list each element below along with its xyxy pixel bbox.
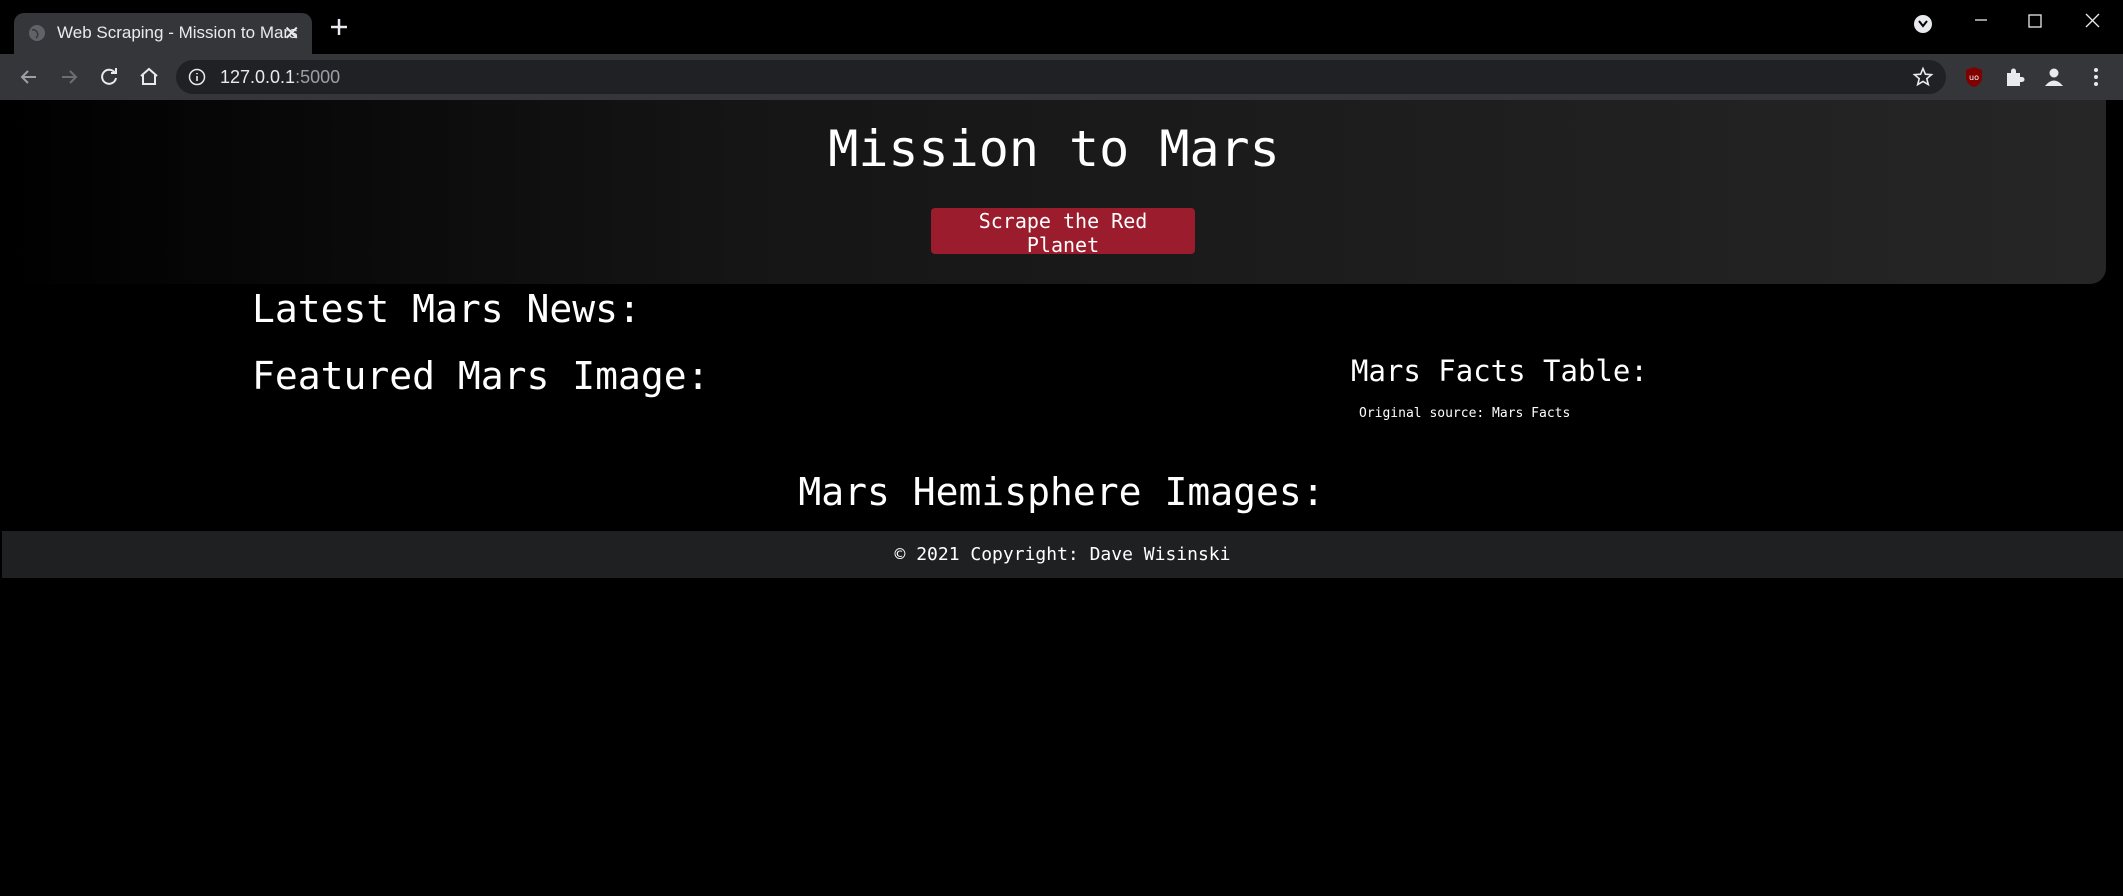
url-port: :5000 <box>295 67 341 87</box>
ublock-extension-icon[interactable]: uo <box>1961 64 1987 90</box>
forward-icon[interactable] <box>56 64 82 90</box>
home-icon[interactable] <box>136 64 162 90</box>
footer-copyright: © 2021 Copyright: Dave Wisinski <box>894 544 1231 565</box>
facts-source-note: Original source: Mars Facts <box>1359 406 1571 421</box>
facts-table-heading: Mars Facts Table: <box>1351 354 1648 388</box>
svg-text:uo: uo <box>1969 73 1979 82</box>
browser-toolbar: 127.0.0.1:5000 uo <box>0 54 2123 100</box>
jumbotron-header: Mission to Mars Scrape the Red Planet <box>2 100 2106 284</box>
new-tab-icon[interactable] <box>326 14 352 40</box>
browser-tab[interactable]: Web Scraping - Mission to Mars ✕ <box>14 13 312 54</box>
url-text[interactable]: 127.0.0.1:5000 <box>220 67 340 88</box>
scrape-button[interactable]: Scrape the Red Planet <box>931 208 1195 257</box>
reload-icon[interactable] <box>96 64 122 90</box>
bookmark-star-icon[interactable] <box>1912 66 1934 88</box>
url-host: 127.0.0.1 <box>220 67 296 87</box>
latest-news-heading: Latest Mars News: <box>252 287 641 331</box>
browser-tab-strip: Web Scraping - Mission to Mars ✕ <box>0 0 2123 54</box>
address-bar[interactable]: 127.0.0.1:5000 <box>176 60 1946 94</box>
tab-title: Web Scraping - Mission to Mars <box>57 23 298 42</box>
maximize-icon[interactable] <box>2014 6 2054 34</box>
more-menu-icon[interactable] <box>2083 64 2109 90</box>
hemisphere-images-heading: Mars Hemisphere Images: <box>798 470 1325 514</box>
site-info-icon[interactable] <box>188 68 206 86</box>
footer: © 2021 Copyright: Dave Wisinski <box>2 531 2123 578</box>
page-content: Mission to Mars Scrape the Red Planet La… <box>0 100 2123 896</box>
extensions-puzzle-icon[interactable] <box>2001 64 2027 90</box>
minimize-icon[interactable] <box>1960 6 2000 34</box>
globe-icon <box>29 25 45 41</box>
profile-avatar-icon[interactable] <box>2041 64 2067 90</box>
back-icon[interactable] <box>16 64 42 90</box>
close-tab-icon[interactable]: ✕ <box>283 21 300 46</box>
page-title: Mission to Mars <box>828 120 1280 178</box>
close-window-icon[interactable] <box>2072 6 2112 34</box>
tab-search-icon[interactable] <box>1903 6 1943 34</box>
featured-image-heading: Featured Mars Image: <box>252 354 710 398</box>
